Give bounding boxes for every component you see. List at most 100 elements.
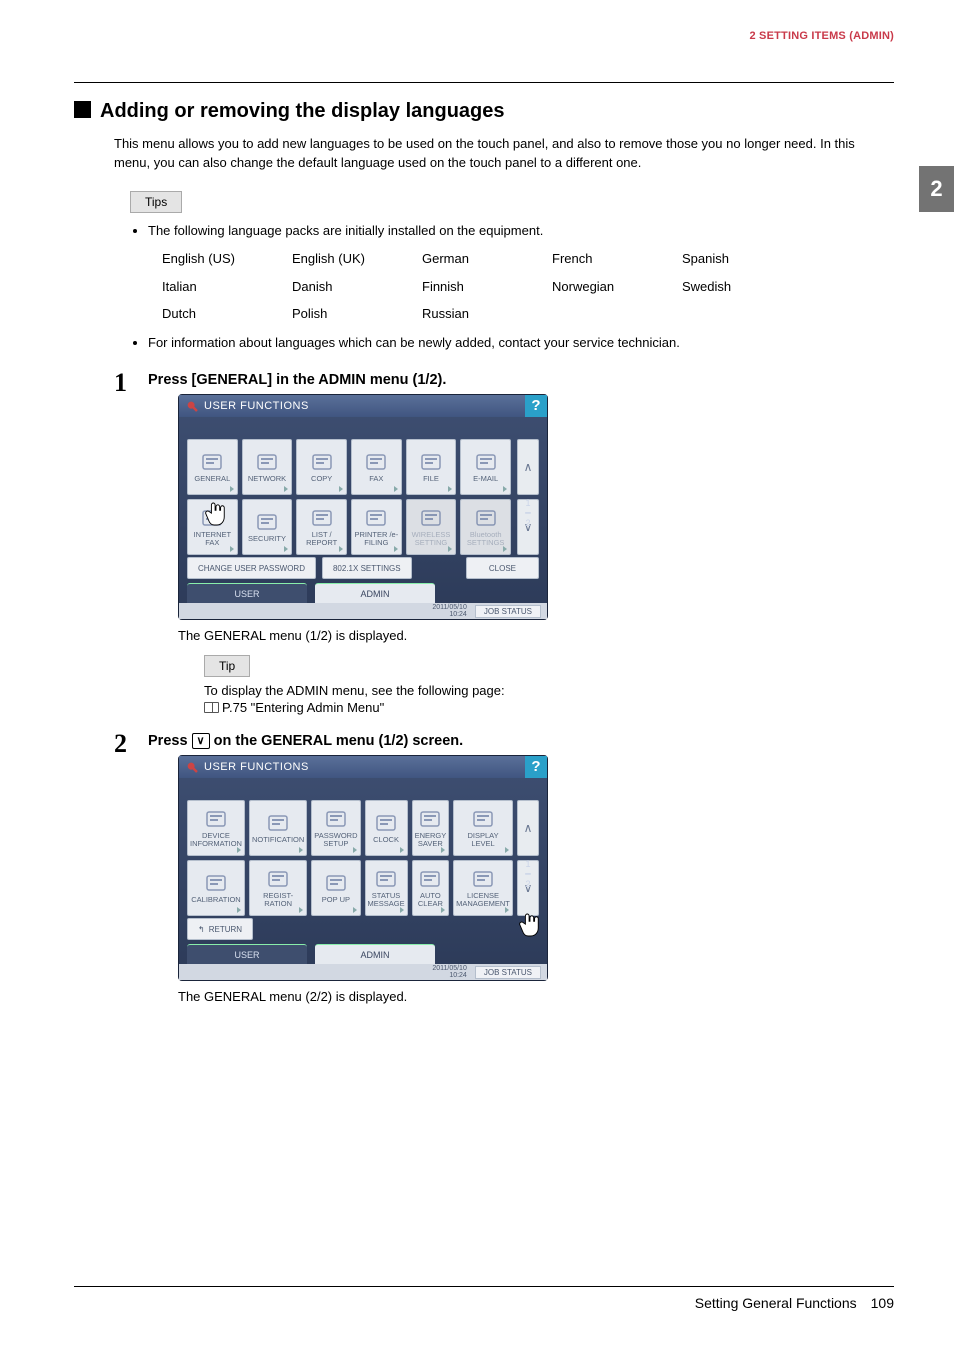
step-result-text: The GENERAL menu (2/2) is displayed.: [178, 989, 894, 1004]
language-table: English (US) English (UK) German French …: [160, 244, 812, 329]
down-key-icon: ∨: [192, 733, 210, 749]
menu-tile[interactable]: STATUS MESSAGE: [365, 860, 408, 916]
wrench-icon: [185, 399, 199, 413]
menu-tile[interactable]: FILE: [406, 439, 457, 495]
help-button[interactable]: ?: [525, 395, 547, 417]
job-status-button[interactable]: JOB STATUS: [475, 966, 541, 979]
menu-tile[interactable]: NOTIFICATION: [249, 800, 307, 856]
chevron-right-icon: [284, 546, 288, 552]
tile-label: FAX: [367, 475, 385, 483]
chevron-right-icon: [237, 847, 241, 853]
chevron-right-icon: [400, 847, 404, 853]
chevron-right-icon: [353, 907, 357, 913]
job-status-button[interactable]: JOB STATUS: [475, 605, 541, 618]
chevron-right-icon: [505, 847, 509, 853]
menu-tile[interactable]: SECURITY: [242, 499, 293, 555]
scroll-up-button[interactable]: ∧: [517, 439, 539, 495]
tile-label: LICENSE MANAGEMENT: [454, 892, 512, 908]
step-title: Press [GENERAL] in the ADMIN menu (1/2).: [148, 372, 894, 388]
menu-tile[interactable]: ENERGY SAVER: [412, 800, 450, 856]
tile-icon: [324, 873, 348, 893]
tab-admin[interactable]: ADMIN: [315, 944, 435, 964]
tile-icon: [310, 508, 334, 528]
menu-tile[interactable]: Bluetooth SETTINGS: [460, 499, 511, 555]
tile-icon: [419, 452, 443, 472]
chevron-right-icon: [394, 486, 398, 492]
tile-label: LIST / REPORT: [297, 531, 346, 547]
tile-label: CLOCK: [371, 836, 401, 844]
menu-tile[interactable]: NETWORK: [242, 439, 293, 495]
tile-label: Bluetooth SETTINGS: [461, 531, 510, 547]
tile-icon: [255, 452, 279, 472]
section-heading: Adding or removing the display languages: [100, 100, 505, 123]
menu-tile[interactable]: DISPLAY LEVEL: [453, 800, 513, 856]
tile-icon: [418, 809, 442, 829]
menu-tile[interactable]: PRINTER /e-FILING: [351, 499, 402, 555]
footer-page-number: 109: [871, 1295, 894, 1311]
tile-label: WIRELESS SETTING: [407, 531, 456, 547]
close-button[interactable]: CLOSE: [466, 557, 539, 579]
chevron-right-icon: [299, 907, 303, 913]
tile-label: CALIBRATION: [189, 896, 242, 904]
tile-label: E-MAIL: [471, 475, 500, 483]
tile-label: NOTIFICATION: [250, 836, 306, 844]
tab-user[interactable]: USER: [187, 583, 307, 603]
tile-icon: [204, 873, 228, 893]
menu-tile[interactable]: COPY: [296, 439, 347, 495]
menu-tile[interactable]: DEVICE INFORMATION: [187, 800, 245, 856]
step-title: Press ∨ on the GENERAL menu (1/2) screen…: [148, 733, 894, 749]
menu-tile[interactable]: GENERAL: [187, 439, 238, 495]
menu-tile[interactable]: E-MAIL: [460, 439, 511, 495]
tile-label: GENERAL: [192, 475, 232, 483]
tab-user[interactable]: USER: [187, 944, 307, 964]
tips-bullet: For information about languages which ca…: [148, 333, 894, 353]
chevron-right-icon: [230, 546, 234, 552]
chevron-right-icon: [441, 847, 445, 853]
panel-title: USER FUNCTIONS: [204, 400, 309, 412]
chevron-right-icon: [339, 486, 343, 492]
menu-tile[interactable]: CALIBRATION: [187, 860, 245, 916]
tip-text: To display the ADMIN menu, see the follo…: [204, 683, 894, 698]
chevron-right-icon: [237, 907, 241, 913]
change-password-button[interactable]: CHANGE USER PASSWORD: [187, 557, 316, 579]
scroll-up-button[interactable]: ∧: [517, 800, 539, 856]
menu-tile[interactable]: PASSWORD SETUP: [311, 800, 360, 856]
rule-top: [74, 82, 894, 83]
menu-tile[interactable]: REGIST-RATION: [249, 860, 307, 916]
tips-bullet: The following language packs are initial…: [148, 221, 894, 329]
chevron-right-icon: [441, 907, 445, 913]
running-header: 2 SETTING ITEMS (ADMIN): [60, 30, 894, 42]
return-button[interactable]: ↰RETURN: [187, 918, 253, 940]
page-fraction: 1━2: [520, 499, 536, 529]
help-button[interactable]: ?: [525, 756, 547, 778]
tile-icon: [266, 869, 290, 889]
admin-menu-screenshot-1: USER FUNCTIONS ? GENERAL NETWORKCOPY FAX FI…: [178, 394, 548, 620]
tile-icon: [471, 809, 495, 829]
tile-label: POP UP: [320, 896, 352, 904]
menu-tile[interactable]: POP UP: [311, 860, 360, 916]
panel-title: USER FUNCTIONS: [204, 761, 309, 773]
tile-label: STATUS MESSAGE: [366, 892, 407, 908]
menu-tile[interactable]: LIST / REPORT: [296, 499, 347, 555]
tile-icon: [324, 809, 348, 829]
footer-section-title: Setting General Functions: [695, 1295, 857, 1311]
chevron-right-icon: [400, 907, 404, 913]
tab-admin[interactable]: ADMIN: [315, 583, 435, 603]
chevron-right-icon: [503, 546, 507, 552]
wrench-icon: [185, 760, 199, 774]
tile-label: DEVICE INFORMATION: [188, 832, 244, 848]
hand-cursor-icon: [205, 501, 227, 527]
menu-tile[interactable]: LICENSE MANAGEMENT: [453, 860, 513, 916]
menu-tile[interactable]: CLOCK: [365, 800, 408, 856]
tile-icon: [471, 869, 495, 889]
tile-label: INTERNET FAX: [188, 531, 237, 547]
dot1x-settings-button[interactable]: 802.1X SETTINGS: [322, 557, 412, 579]
tile-icon: [310, 452, 334, 472]
tips-label: Tips: [130, 191, 182, 213]
chevron-right-icon: [394, 546, 398, 552]
tile-icon: [255, 512, 279, 532]
menu-tile[interactable]: WIRELESS SETTING: [406, 499, 457, 555]
menu-tile[interactable]: AUTO CLEAR: [412, 860, 450, 916]
tile-icon: [364, 508, 388, 528]
menu-tile[interactable]: FAX: [351, 439, 402, 495]
